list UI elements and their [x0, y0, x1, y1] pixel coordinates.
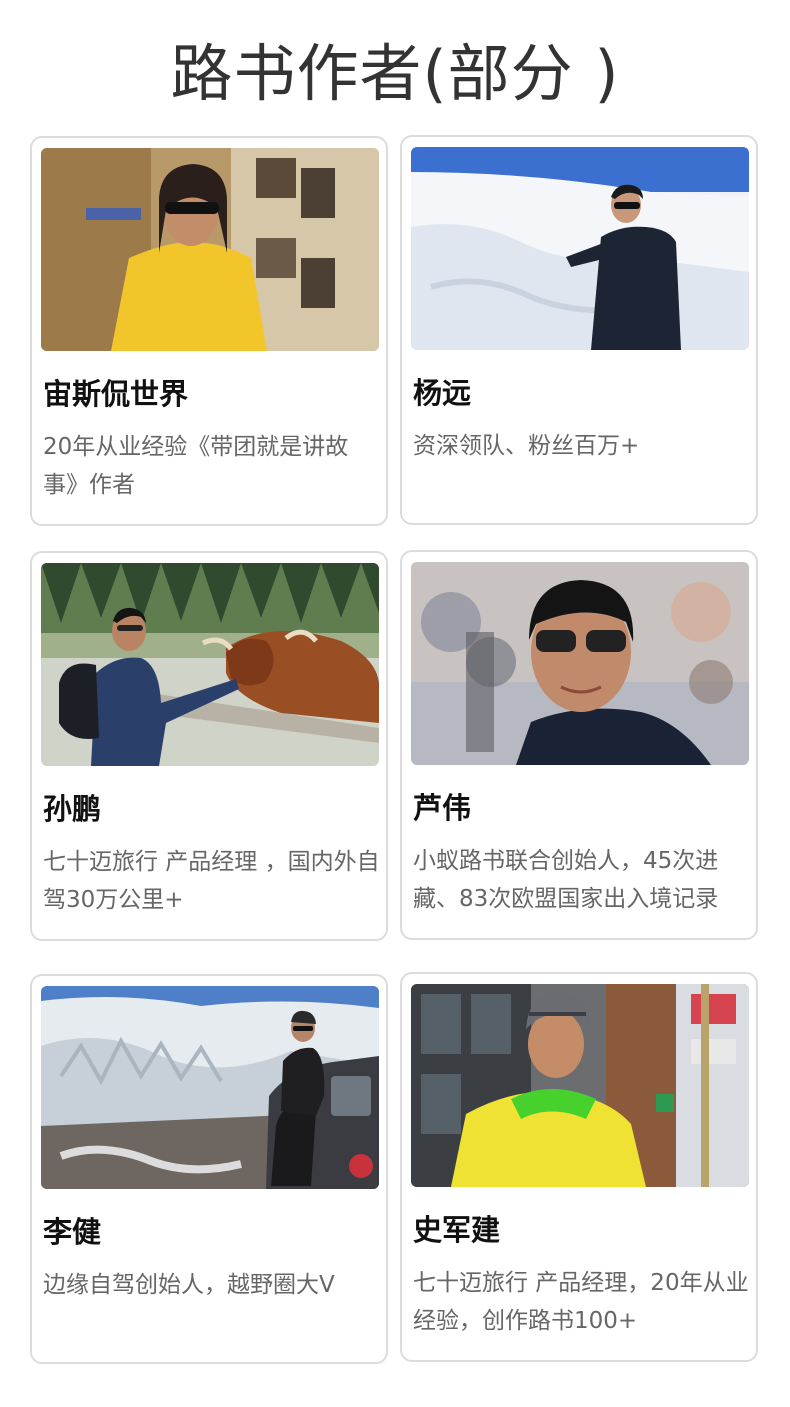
author-card[interactable]: 杨远 资深领队、粉丝百万+ — [400, 135, 758, 525]
portrait-snow-field-photo — [411, 147, 749, 350]
portrait-yellow-polo-photo — [41, 148, 379, 351]
author-card[interactable]: 宙斯侃世界 20年从业经验《带团就是讲故事》作者 — [30, 136, 388, 526]
author-name: 李健 — [43, 1215, 102, 1249]
author-name: 史军建 — [413, 1213, 501, 1247]
author-name: 芦伟 — [413, 791, 472, 825]
portrait-highland-cow-photo — [41, 563, 379, 766]
portrait-glacier-jeep-photo — [41, 986, 379, 1189]
author-photo — [411, 984, 749, 1187]
author-photo — [41, 148, 379, 351]
author-desc: 资深领队、粉丝百万+ — [413, 433, 640, 459]
author-name: 杨远 — [413, 376, 472, 410]
page-title: 路书作者(部分 ) — [170, 37, 620, 110]
portrait-sunglasses-closeup-photo — [411, 562, 749, 765]
author-photo — [41, 563, 379, 766]
author-photo — [411, 147, 749, 350]
author-photo — [411, 562, 749, 765]
portrait-yellow-jacket-city-photo — [411, 984, 749, 1187]
author-desc: 小蚁路书联合创始人，45次进藏、83次欧盟国家出入境记录 — [413, 848, 719, 912]
author-photo — [41, 986, 379, 1189]
author-desc: 七十迈旅行 产品经理 ，国内外自驾30万公里+ — [43, 849, 380, 913]
author-desc: 20年从业经验《带团就是讲故事》作者 — [43, 434, 349, 498]
author-desc: 七十迈旅行 产品经理，20年从业经验，创作路书100+ — [413, 1270, 749, 1334]
author-name: 孙鹏 — [43, 792, 102, 826]
author-desc: 边缘自驾创始人，越野圈大V — [43, 1272, 335, 1298]
author-card[interactable]: 芦伟 小蚁路书联合创始人，45次进藏、83次欧盟国家出入境记录 — [400, 550, 758, 940]
author-name: 宙斯侃世界 — [43, 377, 189, 411]
author-card[interactable]: 史军建 七十迈旅行 产品经理，20年从业经验，创作路书100+ — [400, 972, 758, 1362]
author-card[interactable]: 孙鹏 七十迈旅行 产品经理 ，国内外自驾30万公里+ — [30, 551, 388, 941]
author-card[interactable]: 李健 边缘自驾创始人，越野圈大V — [30, 974, 388, 1364]
